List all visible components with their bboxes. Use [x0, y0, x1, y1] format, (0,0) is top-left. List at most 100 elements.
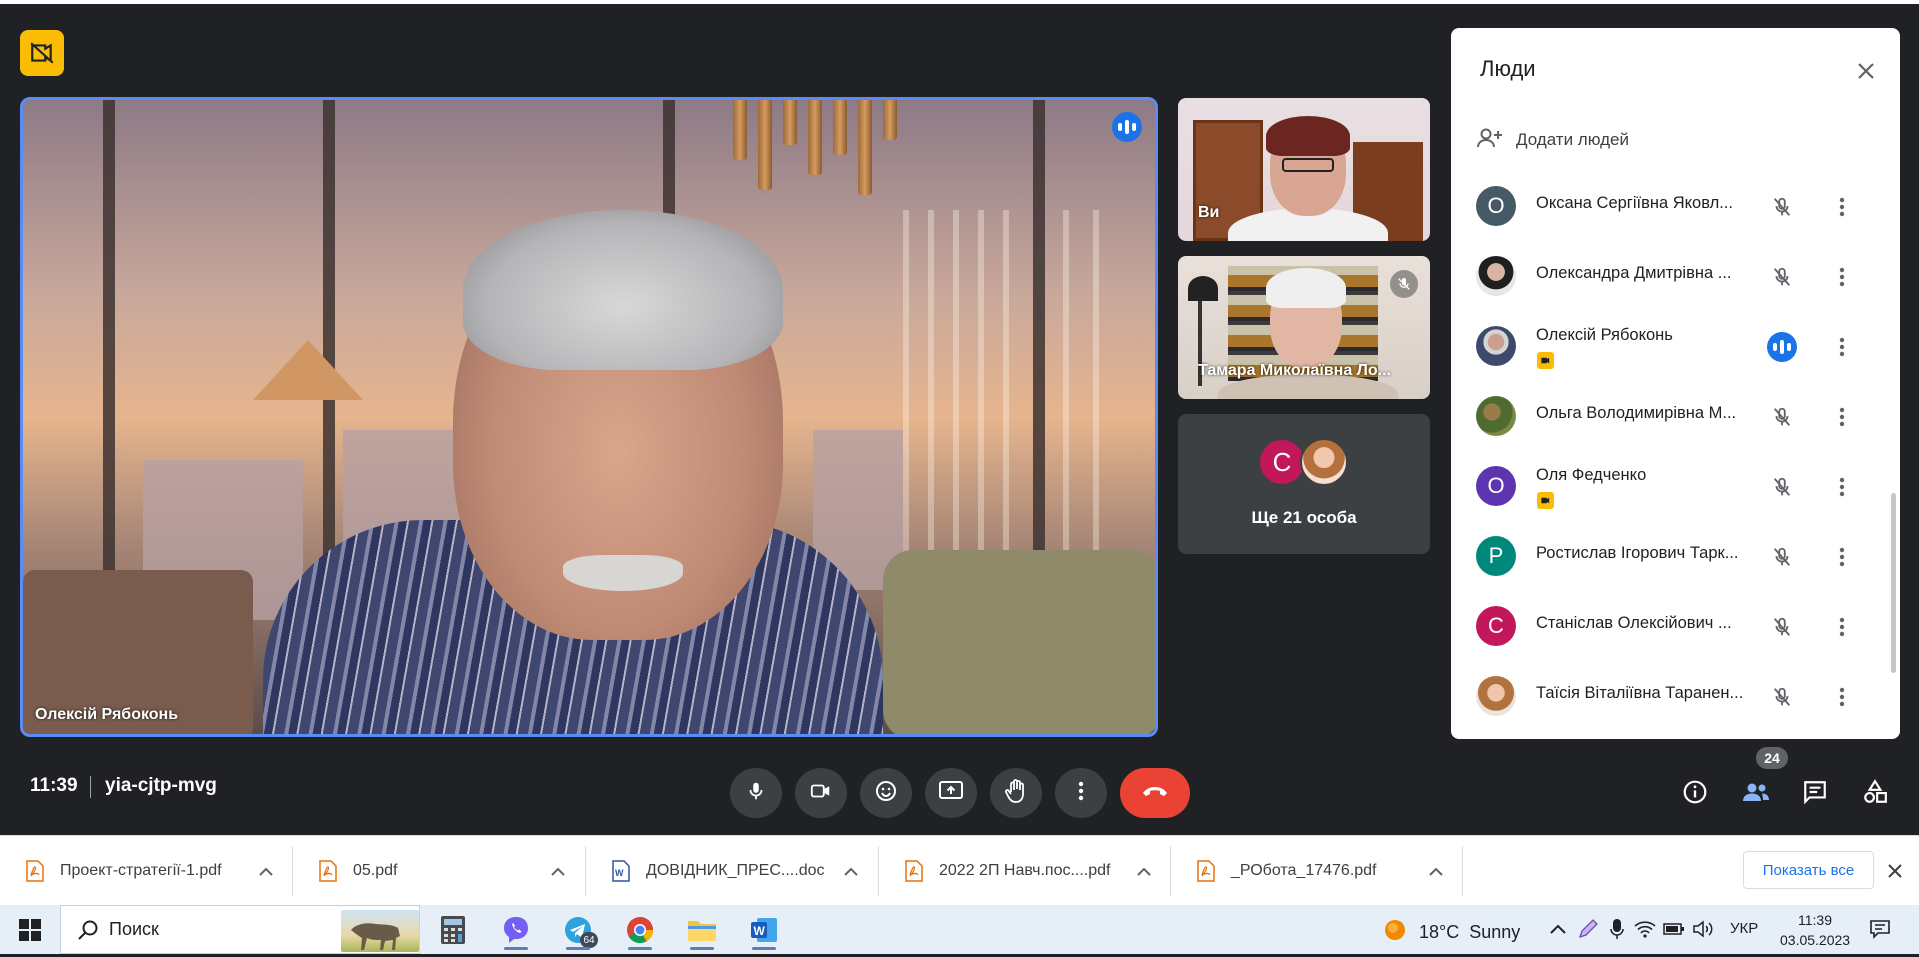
download-item[interactable]: 05.pdf: [293, 836, 583, 906]
pen-icon[interactable]: [1576, 917, 1600, 941]
download-filename: 05.pdf: [353, 862, 398, 879]
microphone-icon[interactable]: [1605, 917, 1629, 941]
telegram-app-icon[interactable]: 64: [558, 910, 598, 950]
divider: [90, 776, 91, 798]
taskbar-search[interactable]: Поиск: [60, 905, 420, 954]
calculator-app-icon[interactable]: [433, 910, 473, 950]
avatar: [1300, 438, 1348, 486]
meeting-details-button[interactable]: [1675, 774, 1715, 814]
avatar: [1476, 396, 1516, 436]
download-item[interactable]: _РОбота_17476.pdf: [1171, 836, 1461, 906]
camera-button[interactable]: [795, 768, 847, 818]
chat-button[interactable]: [1795, 774, 1835, 814]
divider: [1462, 846, 1463, 896]
mic-off-icon[interactable]: [1765, 540, 1799, 574]
viber-app-icon[interactable]: [496, 910, 536, 950]
chevron-up-icon[interactable]: [1425, 860, 1447, 882]
mic-off-icon[interactable]: [1765, 610, 1799, 644]
download-filename: Проект-стратегії-1.pdf: [60, 862, 222, 879]
mic-off-icon[interactable]: [1765, 470, 1799, 504]
participant-count-badge: 24: [1756, 747, 1788, 769]
more-options-icon[interactable]: [1825, 470, 1859, 504]
add-person-icon: [1476, 126, 1504, 155]
mic-off-icon[interactable]: [1765, 400, 1799, 434]
file-explorer-app-icon[interactable]: [682, 910, 722, 950]
more-options-icon[interactable]: [1825, 330, 1859, 364]
show-all-downloads-button[interactable]: Показать все: [1743, 851, 1874, 889]
participant-video-mustache: [563, 555, 683, 591]
lamp-shade: [253, 340, 363, 400]
active-indicator: [690, 947, 714, 950]
keyboard-language[interactable]: УКР: [1730, 920, 1758, 937]
present-screen-button[interactable]: [925, 768, 977, 818]
people-button[interactable]: [1736, 774, 1776, 814]
panel-title: Люди: [1480, 56, 1536, 81]
add-people-button[interactable]: Додати людей: [1476, 122, 1629, 158]
system-clock[interactable]: 11:39 03.05.2023: [1780, 910, 1850, 950]
weather-widget[interactable]: 18°C Sunny: [1383, 918, 1520, 947]
participant-name: Станіслав Олексійович ...: [1536, 614, 1732, 632]
more-participants-label: Ще 21 особа: [1251, 508, 1357, 527]
download-item[interactable]: W ДОВІДНИК_ПРЕС....doc: [586, 836, 876, 906]
main-video-tile[interactable]: Олексій Рябоконь: [20, 97, 1158, 737]
main-tile-name: Олексій Рябоконь: [35, 706, 179, 723]
mic-off-icon[interactable]: [1765, 260, 1799, 294]
participant-row[interactable]: O Оксана Сергіївна Яковл...: [1451, 174, 1900, 244]
mic-off-icon[interactable]: [1765, 680, 1799, 714]
sun-icon: [1383, 918, 1407, 947]
participant-row[interactable]: Олександра Дмитрівна ...: [1451, 244, 1900, 314]
shapes-icon: [1862, 778, 1888, 810]
more-participants-tile[interactable]: C Ще 21 особа: [1178, 414, 1430, 554]
scrollbar[interactable]: [1891, 493, 1896, 673]
svg-text:W: W: [754, 924, 766, 938]
avatar: P: [1476, 536, 1516, 576]
chevron-up-icon[interactable]: [255, 860, 277, 882]
more-options-icon[interactable]: [1825, 190, 1859, 224]
close-icon[interactable]: [1883, 859, 1907, 883]
more-options-icon[interactable]: [1825, 540, 1859, 574]
more-options-icon[interactable]: [1825, 680, 1859, 714]
participant-row[interactable]: P Ростислав Ігорович Тарк...: [1451, 524, 1900, 594]
activities-button[interactable]: [1855, 774, 1895, 814]
volume-icon[interactable]: [1691, 917, 1715, 941]
word-app-icon[interactable]: W: [744, 910, 784, 950]
participant-name: Оксана Сергіївна Яковл...: [1536, 194, 1733, 212]
leave-call-button[interactable]: [1120, 768, 1190, 818]
wifi-icon[interactable]: [1633, 917, 1657, 941]
camera-off-indicator-icon[interactable]: [20, 30, 64, 76]
meeting-time: 11:39: [30, 775, 78, 796]
raise-hand-button[interactable]: [990, 768, 1042, 818]
more-options-icon[interactable]: [1825, 260, 1859, 294]
participant-row[interactable]: Олексій Рябоконь: [1451, 314, 1900, 384]
participant-row[interactable]: Таїсія Віталіївна Таранен...: [1451, 664, 1900, 734]
lamp-shade: [1188, 276, 1218, 301]
more-options-icon[interactable]: [1825, 400, 1859, 434]
chevron-up-icon[interactable]: [840, 860, 862, 882]
download-item[interactable]: 2022 2П Навч.пос....pdf: [879, 836, 1169, 906]
battery-icon[interactable]: [1662, 917, 1686, 941]
download-filename: ДОВІДНИК_ПРЕС....doc: [646, 862, 825, 879]
chevron-up-icon[interactable]: [1133, 860, 1155, 882]
download-item[interactable]: Проект-стратегії-1.pdf: [0, 836, 290, 906]
windows-start-icon[interactable]: [10, 913, 50, 947]
participant-row[interactable]: C Станіслав Олексійович ...: [1451, 594, 1900, 664]
microphone-button[interactable]: [730, 768, 782, 818]
notifications-icon[interactable]: [1868, 917, 1892, 941]
more-options-icon[interactable]: [1825, 610, 1859, 644]
reactions-button[interactable]: [860, 768, 912, 818]
chevron-up-icon[interactable]: [1546, 917, 1570, 941]
participant-video-tile[interactable]: Тамара Миколаївна Ло...: [1178, 256, 1430, 399]
self-video-tile[interactable]: Ви: [1178, 98, 1430, 241]
close-icon[interactable]: [1849, 54, 1883, 88]
participant-row[interactable]: O Оля Федченко: [1451, 454, 1900, 524]
chevron-up-icon[interactable]: [547, 860, 569, 882]
chrome-app-icon[interactable]: [620, 910, 660, 950]
mic-off-icon: [1390, 270, 1418, 298]
more-options-button[interactable]: [1055, 768, 1107, 818]
participant-tile-name: Тамара Миколаївна Ло...: [1198, 362, 1391, 379]
mic-off-icon[interactable]: [1765, 190, 1799, 224]
download-filename: 2022 2П Навч.пос....pdf: [939, 862, 1111, 879]
participant-row[interactable]: Ольга Володимирівна М...: [1451, 384, 1900, 454]
svg-text:W: W: [615, 868, 624, 878]
download-filename: _РОбота_17476.pdf: [1231, 862, 1377, 879]
